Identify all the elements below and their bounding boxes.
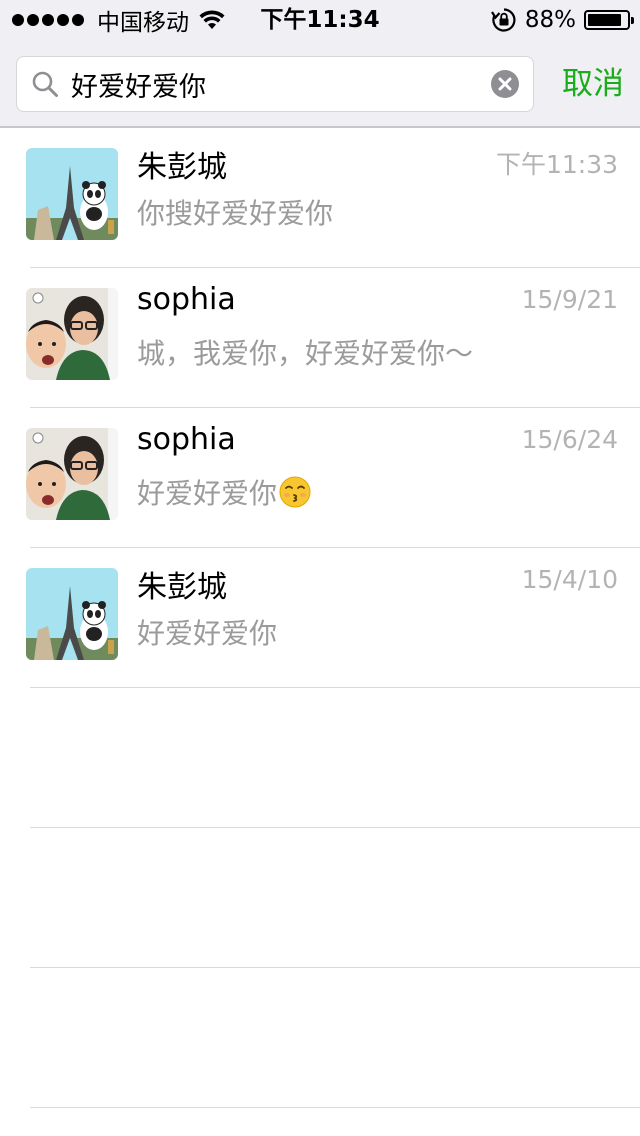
search-bar: 取消	[0, 40, 640, 128]
search-result-item[interactable]: 朱彭城 下午11:33 你搜好爱好爱你	[0, 128, 640, 268]
cancel-button[interactable]: 取消	[562, 62, 624, 106]
battery-icon	[584, 10, 634, 30]
message-preview: 你搜好爱好爱你	[137, 197, 334, 230]
message-time: 15/4/10	[521, 565, 618, 594]
message-preview: 好爱好爱你	[137, 472, 617, 512]
mother-child-selfie-avatar	[26, 428, 118, 520]
search-results-list: 朱彭城 下午11:33 你搜好爱好爱你 sophia 15/9/21 城，我爱你…	[0, 128, 640, 1108]
wechat-search-screen: 中国移动 下午11:34 88% 好爱好爱你 取消 朱彭城 下午11:33 你搜…	[0, 0, 640, 1136]
message-preview: 城，我爱你，好爱好爱你～	[137, 337, 474, 370]
message-time: 15/9/21	[521, 285, 618, 314]
clear-icon	[498, 77, 512, 91]
divider	[30, 1107, 640, 1108]
search-input[interactable]	[71, 57, 481, 111]
empty-row	[0, 968, 640, 1108]
status-bar: 中国移动 下午11:34 88%	[0, 0, 640, 40]
search-result-item[interactable]: 朱彭城 15/4/10 好爱好爱你	[0, 548, 640, 688]
message-time: 15/6/24	[521, 425, 618, 454]
search-result-item[interactable]: sophia 15/9/21 城，我爱你，好爱好爱你～	[0, 268, 640, 408]
eiffel-panda-avatar	[26, 148, 118, 240]
search-box[interactable]	[16, 56, 534, 112]
kissing-face-icon	[279, 476, 311, 508]
message-preview: 好爱好爱你	[137, 617, 278, 650]
search-result-item[interactable]: sophia 15/6/24 好爱好爱你	[0, 408, 640, 548]
mother-child-selfie-avatar	[26, 288, 118, 380]
search-icon	[32, 71, 58, 97]
empty-row	[0, 828, 640, 968]
contact-name: 朱彭城	[137, 150, 227, 185]
battery-percentage: 88%	[524, 7, 576, 33]
message-time: 下午11:33	[495, 150, 618, 179]
contact-name: 朱彭城	[137, 570, 227, 605]
eiffel-panda-avatar	[26, 568, 118, 660]
contact-name: sophia	[137, 422, 236, 457]
contact-name: sophia	[137, 282, 236, 317]
message-preview-text: 好爱好爱你	[137, 477, 278, 510]
rotation-lock-icon	[490, 8, 516, 32]
clear-search-button[interactable]	[491, 70, 519, 98]
empty-row	[0, 688, 640, 828]
